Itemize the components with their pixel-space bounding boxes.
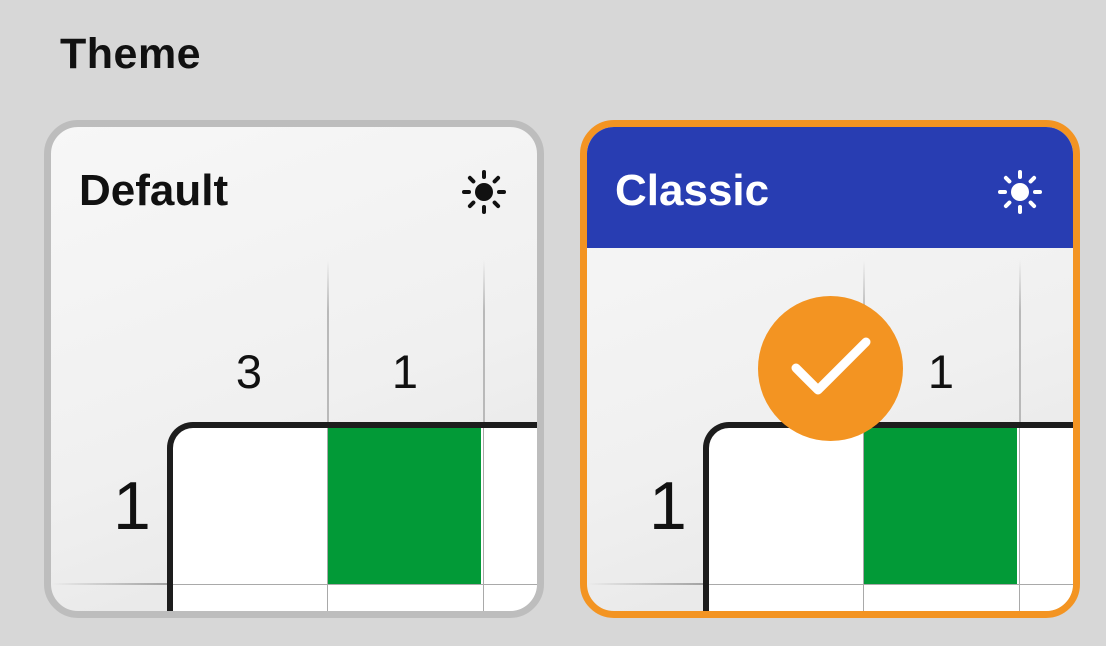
- grid-line: [709, 584, 1073, 585]
- grid-line: [483, 428, 484, 611]
- grid-cell-empty: [173, 428, 327, 584]
- selected-badge: [758, 296, 903, 441]
- theme-card-default[interactable]: Default 3 1 1: [44, 120, 544, 618]
- column-clue: 1: [927, 345, 955, 398]
- column-divider: [483, 260, 485, 432]
- row-divider: [587, 583, 717, 585]
- grid-cell-empty: [709, 428, 863, 584]
- theme-name: Classic: [615, 166, 770, 215]
- section-title: Theme: [60, 30, 202, 78]
- theme-name: Default: [79, 166, 229, 215]
- theme-card-header: Classic: [587, 127, 1073, 248]
- grid-line: [863, 428, 864, 611]
- column-clue: 3: [235, 345, 263, 398]
- column-divider: [1019, 260, 1021, 432]
- puzzle-preview: 3 1 1: [51, 248, 537, 611]
- row-divider: [51, 583, 181, 585]
- puzzle-grid: [703, 422, 1073, 611]
- puzzle-grid: [167, 422, 537, 611]
- theme-settings: Theme Default 3 1 1 Classic 1 1: [0, 0, 1106, 646]
- grid-line: [1019, 428, 1020, 611]
- column-divider: [327, 260, 329, 432]
- grid-cell-filled: [863, 428, 1017, 584]
- checkmark-icon: [791, 337, 871, 395]
- sun-icon: [462, 170, 506, 214]
- grid-cell-filled: [327, 428, 481, 584]
- row-clue: 1: [113, 468, 151, 544]
- row-clue: 1: [649, 468, 687, 544]
- grid-line: [327, 428, 328, 611]
- grid-line: [173, 584, 537, 585]
- column-clue: 1: [391, 345, 419, 398]
- theme-card-header: Default: [51, 127, 537, 248]
- sun-icon: [998, 170, 1042, 214]
